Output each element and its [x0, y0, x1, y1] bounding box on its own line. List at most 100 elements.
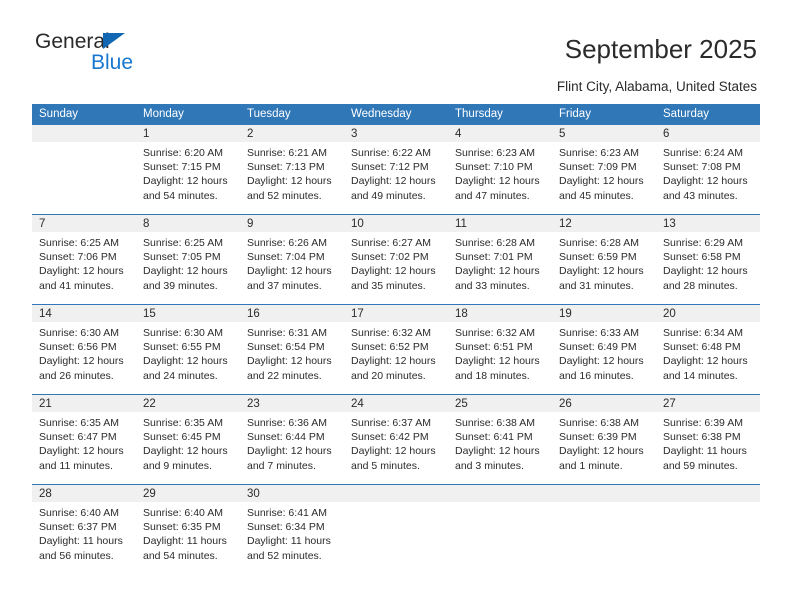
day-number: 9 [240, 215, 344, 232]
calendar-day-cell[interactable]: 22 Sunrise: 6:35 AM Sunset: 6:45 PM Dayligh… [136, 394, 240, 485]
calendar-day-cell[interactable]: 15 Sunrise: 6:30 AM Sunset: 6:55 PM Dayligh… [136, 304, 240, 395]
calendar-day-cell[interactable]: 27 Sunrise: 6:39 AM Sunset: 6:38 PM Dayligh… [656, 394, 760, 485]
calendar-page: General Blue September 2025 Flint City, … [0, 0, 792, 612]
calendar-day-cell-empty [344, 484, 448, 577]
calendar-day-cell[interactable]: 18 Sunrise: 6:32 AM Sunset: 6:51 PM Dayligh… [448, 304, 552, 395]
day-details: Sunrise: 6:23 AM Sunset: 7:09 PM Daylight:… [552, 142, 656, 203]
sunrise-time: Sunrise: 6:37 AM [351, 417, 431, 429]
day-details: Sunrise: 6:40 AM Sunset: 6:37 PM Daylight:… [32, 502, 136, 563]
calendar-day-cell[interactable]: 24 Sunrise: 6:37 AM Sunset: 6:42 PM Dayligh… [344, 394, 448, 485]
calendar-day-cell[interactable]: 2 Sunrise: 6:21 AM Sunset: 7:13 PM Daylight… [240, 124, 344, 215]
calendar-day-cell[interactable]: 25 Sunrise: 6:38 AM Sunset: 6:41 PM Dayligh… [448, 394, 552, 485]
day-details: Sunrise: 6:20 AM Sunset: 7:15 PM Daylight:… [136, 142, 240, 203]
day-details: Sunrise: 6:37 AM Sunset: 6:42 PM Daylight:… [344, 412, 448, 473]
calendar-day-cell[interactable]: 21 Sunrise: 6:35 AM Sunset: 6:47 PM Dayligh… [32, 394, 136, 485]
calendar-day-cell[interactable]: 10 Sunrise: 6:27 AM Sunset: 7:02 PM Dayligh… [344, 214, 448, 305]
calendar-week-row: 28 Sunrise: 6:40 AM Sunset: 6:37 PM Dayligh… [32, 484, 760, 577]
calendar-day-cell[interactable]: 11 Sunrise: 6:28 AM Sunset: 7:01 PM Dayligh… [448, 214, 552, 305]
sunset-time: Sunset: 7:02 PM [351, 251, 429, 264]
sunrise-time: Sunrise: 6:27 AM [351, 237, 431, 249]
calendar-day-cell[interactable]: 12 Sunrise: 6:28 AM Sunset: 6:59 PM Dayligh… [552, 214, 656, 305]
daylight-duration-line2: and 3 minutes. [455, 459, 524, 472]
calendar-day-cell[interactable]: 13 Sunrise: 6:29 AM Sunset: 6:58 PM Dayligh… [656, 214, 760, 305]
sunset-time: Sunset: 7:06 PM [39, 251, 117, 264]
calendar-day-cell[interactable]: 16 Sunrise: 6:31 AM Sunset: 6:54 PM Dayligh… [240, 304, 344, 395]
daylight-duration-line1: Daylight: 12 hours [247, 265, 332, 278]
sunset-time: Sunset: 6:35 PM [143, 521, 221, 534]
sunset-time: Sunset: 6:58 PM [663, 251, 741, 264]
daylight-duration-line1: Daylight: 12 hours [143, 265, 228, 278]
daylight-duration-line1: Daylight: 11 hours [663, 445, 747, 458]
calendar-day-cell[interactable]: 20 Sunrise: 6:34 AM Sunset: 6:48 PM Dayligh… [656, 304, 760, 395]
daylight-duration-line2: and 9 minutes. [143, 459, 212, 472]
day-number: 21 [32, 395, 136, 412]
calendar-day-cell[interactable]: 9 Sunrise: 6:26 AM Sunset: 7:04 PM Daylight… [240, 214, 344, 305]
sunrise-time: Sunrise: 6:28 AM [455, 237, 535, 249]
calendar-day-cell[interactable]: 26 Sunrise: 6:38 AM Sunset: 6:39 PM Dayligh… [552, 394, 656, 485]
sunrise-time: Sunrise: 6:25 AM [143, 237, 223, 249]
daylight-duration-line1: Daylight: 12 hours [559, 445, 644, 458]
day-number [656, 485, 760, 502]
day-details: Sunrise: 6:28 AM Sunset: 7:01 PM Daylight:… [448, 232, 552, 293]
sunset-time: Sunset: 6:39 PM [559, 431, 637, 444]
calendar-day-cell[interactable]: 30 Sunrise: 6:41 AM Sunset: 6:34 PM Dayligh… [240, 484, 344, 577]
day-number: 27 [656, 395, 760, 412]
daylight-duration-line2: and 54 minutes. [143, 189, 218, 202]
daylight-duration-line2: and 47 minutes. [455, 189, 530, 202]
calendar-header-row: Sunday Monday Tuesday Wednesday Thursday… [32, 104, 760, 125]
calendar-day-cell[interactable]: 14 Sunrise: 6:30 AM Sunset: 6:56 PM Dayligh… [32, 304, 136, 395]
calendar-day-cell[interactable]: 23 Sunrise: 6:36 AM Sunset: 6:44 PM Dayligh… [240, 394, 344, 485]
logo-triangle-icon [103, 33, 125, 49]
day-number: 12 [552, 215, 656, 232]
calendar-day-cell[interactable]: 5 Sunrise: 6:23 AM Sunset: 7:09 PM Daylight… [552, 124, 656, 215]
weekday-header-saturday: Saturday [656, 104, 760, 125]
day-number: 5 [552, 125, 656, 142]
day-number [552, 485, 656, 502]
day-details: Sunrise: 6:40 AM Sunset: 6:35 PM Daylight:… [136, 502, 240, 563]
daylight-duration-line2: and 24 minutes. [143, 369, 218, 382]
daylight-duration-line2: and 26 minutes. [39, 369, 114, 382]
logo-text-blue: Blue [91, 51, 134, 74]
day-details: Sunrise: 6:32 AM Sunset: 6:51 PM Daylight:… [448, 322, 552, 383]
calendar-day-cell[interactable]: 8 Sunrise: 6:25 AM Sunset: 7:05 PM Daylight… [136, 214, 240, 305]
sunrise-time: Sunrise: 6:23 AM [455, 147, 535, 159]
daylight-duration-line1: Daylight: 12 hours [143, 355, 228, 368]
daylight-duration-line1: Daylight: 12 hours [455, 265, 540, 278]
calendar-day-cell-empty [32, 124, 136, 215]
daylight-duration-line1: Daylight: 12 hours [247, 445, 332, 458]
calendar-day-cell[interactable]: 7 Sunrise: 6:25 AM Sunset: 7:06 PM Daylight… [32, 214, 136, 305]
day-details: Sunrise: 6:33 AM Sunset: 6:49 PM Daylight:… [552, 322, 656, 383]
calendar-week-row: 14 Sunrise: 6:30 AM Sunset: 6:56 PM Dayligh… [32, 304, 760, 395]
sunrise-time: Sunrise: 6:38 AM [455, 417, 535, 429]
day-details: Sunrise: 6:22 AM Sunset: 7:12 PM Daylight:… [344, 142, 448, 203]
day-details: Sunrise: 6:35 AM Sunset: 6:47 PM Daylight:… [32, 412, 136, 473]
weekday-header-sunday: Sunday [32, 104, 136, 125]
sunrise-time: Sunrise: 6:32 AM [455, 327, 535, 339]
day-number: 4 [448, 125, 552, 142]
daylight-duration-line2: and 5 minutes. [351, 459, 420, 472]
calendar-day-cell-empty [656, 484, 760, 577]
calendar-day-cell[interactable]: 4 Sunrise: 6:23 AM Sunset: 7:10 PM Daylight… [448, 124, 552, 215]
calendar-day-cell[interactable]: 28 Sunrise: 6:40 AM Sunset: 6:37 PM Dayligh… [32, 484, 136, 577]
sunset-time: Sunset: 6:48 PM [663, 341, 741, 354]
daylight-duration-line1: Daylight: 11 hours [247, 535, 331, 548]
calendar-day-cell[interactable]: 1 Sunrise: 6:20 AM Sunset: 7:15 PM Daylight… [136, 124, 240, 215]
daylight-duration-line1: Daylight: 11 hours [143, 535, 227, 548]
daylight-duration-line1: Daylight: 12 hours [455, 175, 540, 188]
sunset-time: Sunset: 7:10 PM [455, 161, 533, 174]
day-details: Sunrise: 6:28 AM Sunset: 6:59 PM Daylight:… [552, 232, 656, 293]
daylight-duration-line1: Daylight: 12 hours [559, 265, 644, 278]
calendar-table: Sunday Monday Tuesday Wednesday Thursday… [32, 104, 760, 577]
daylight-duration-line2: and 49 minutes. [351, 189, 426, 202]
day-details: Sunrise: 6:35 AM Sunset: 6:45 PM Daylight:… [136, 412, 240, 473]
day-number: 19 [552, 305, 656, 322]
day-details: Sunrise: 6:21 AM Sunset: 7:13 PM Daylight:… [240, 142, 344, 203]
calendar-day-cell[interactable]: 19 Sunrise: 6:33 AM Sunset: 6:49 PM Dayligh… [552, 304, 656, 395]
calendar-day-cell[interactable]: 6 Sunrise: 6:24 AM Sunset: 7:08 PM Daylight… [656, 124, 760, 215]
daylight-duration-line2: and 45 minutes. [559, 189, 634, 202]
daylight-duration-line2: and 37 minutes. [247, 279, 322, 292]
calendar-day-cell[interactable]: 29 Sunrise: 6:40 AM Sunset: 6:35 PM Dayligh… [136, 484, 240, 577]
sunset-time: Sunset: 7:12 PM [351, 161, 429, 174]
calendar-day-cell[interactable]: 3 Sunrise: 6:22 AM Sunset: 7:12 PM Daylight… [344, 124, 448, 215]
calendar-day-cell[interactable]: 17 Sunrise: 6:32 AM Sunset: 6:52 PM Dayligh… [344, 304, 448, 395]
